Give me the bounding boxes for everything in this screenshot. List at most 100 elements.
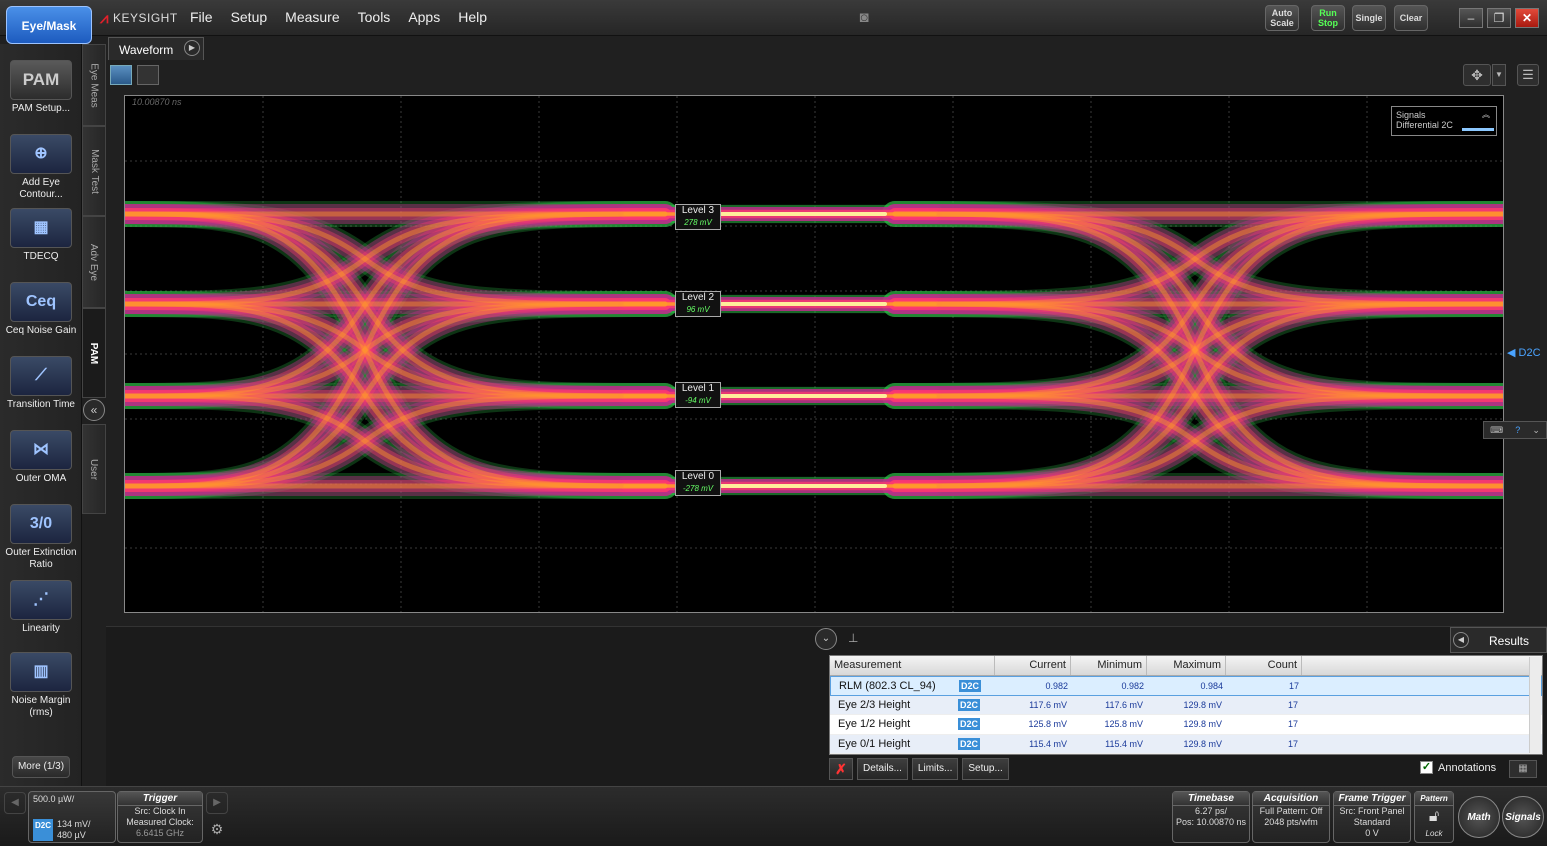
timebase-box[interactable]: Timebase 6.27 ps/ Pos: 10.00870 ns [1172,791,1250,843]
chevron-down-icon[interactable]: ⌄ [1532,425,1540,436]
row-minimum: 0.982 [1121,680,1144,691]
source-badge: D2C [958,718,981,731]
multi-grid-view-icon[interactable] [137,65,159,85]
timebase-title: Timebase [1173,792,1249,806]
noise-margin-icon: ▥ [10,652,72,692]
channel-scale-box[interactable]: 500.0 µW/ D2C 134 mV/480 µV [28,791,116,843]
vertical-tab-strip: Eye Meas Mask Test Adv Eye PAM « User [82,44,106,514]
level-label: Level 3 [681,205,715,216]
channel-marker[interactable]: ◀ D2C [1507,346,1541,359]
table-row[interactable]: Eye 0/1 Height D2C 115.4 mV 115.4 mV 129… [830,734,1542,754]
table-row[interactable]: RLM (802.3 CL_94) D2C 0.982 0.982 0.984 … [830,676,1542,696]
signals-button[interactable]: Signals [1502,796,1544,838]
trigger-box[interactable]: Trigger Src: Clock In Measured Clock: 6.… [117,791,203,843]
pattern-lock-box[interactable]: Pattern 🔓︎ Lock [1414,791,1454,843]
frame-trigger-box[interactable]: Frame Trigger Src: Front Panel Standard … [1333,791,1411,843]
col-measurement[interactable]: Measurement [830,656,995,675]
menu-bar: File Setup Measure Tools Apps Help [190,9,487,25]
menu-file[interactable]: File [190,9,213,25]
camera-icon[interactable]: ◙ [852,9,876,27]
scroll-right-icon[interactable]: ▶ [206,792,228,814]
collapse-down-icon[interactable]: ⌄ [815,628,837,650]
row-count: 17 [1287,719,1298,730]
collapse-panel-icon[interactable]: « [83,399,105,421]
limits-button[interactable]: Limits... [911,758,959,780]
chevron-up-icon[interactable]: ︽ [1482,109,1490,120]
math-button[interactable]: Math [1458,796,1500,838]
table-row[interactable]: Eye 2/3 Height D2C 117.6 mV 117.6 mV 129… [830,695,1542,715]
help-icon[interactable]: ? [1515,425,1520,435]
tab-label: Adv Eye [88,243,100,281]
play-icon[interactable]: ▶ [184,40,200,56]
menu-help[interactable]: Help [458,9,487,25]
col-minimum[interactable]: Minimum [1071,656,1147,675]
menu-setup[interactable]: Setup [231,9,268,25]
clear-button[interactable]: Clear [1394,5,1428,31]
transition-time-tool[interactable]: ⟋ Transition Time [0,356,82,411]
annotations-toggle[interactable]: ✓ Annotations [1420,761,1496,774]
hamburger-menu-icon[interactable]: ☰ [1517,64,1539,86]
menu-tools[interactable]: Tools [358,9,391,25]
col-maximum[interactable]: Maximum [1147,656,1226,675]
tab-adv-eye[interactable]: Adv Eye [82,216,106,308]
pan-zoom-icon[interactable]: ✥ [1463,64,1491,86]
restore-icon[interactable]: ❐ [1487,8,1511,28]
pattern-title: Pattern [1415,792,1453,806]
scroll-left-icon[interactable]: ◀ [4,792,26,814]
col-count[interactable]: Count [1226,656,1302,675]
close-icon[interactable]: ✕ [1515,8,1539,28]
row-measurement: RLM (802.3 CL_94) [839,679,936,692]
tool-label: Transition Time [7,399,75,410]
table-layout-icon[interactable]: ▦ [1509,760,1537,778]
pin-icon[interactable]: ⊥ [848,631,858,645]
tab-pam[interactable]: PAM [82,308,106,398]
acquisition-box[interactable]: Acquisition Full Pattern: Off 2048 pts/w… [1252,791,1330,843]
menu-measure[interactable]: Measure [285,9,339,25]
add-eye-contour-tool[interactable]: ⊕ Add Eye Contour... [0,134,82,201]
linearity-tool[interactable]: ⋰ Linearity [0,580,82,635]
chevron-down-icon[interactable]: ▼ [1492,64,1506,86]
trigger-source: Src: Clock In [134,806,186,816]
pam-setup-tool[interactable]: PAM PAM Setup... [0,60,82,115]
outer-oma-tool[interactable]: ⋈ Outer OMA [0,430,82,485]
single-button[interactable]: Single [1352,5,1386,31]
tab-eye-meas[interactable]: Eye Meas [82,44,106,126]
level-value: -94 mV [685,396,711,405]
eye-mask-mode-button[interactable]: Eye/Mask [6,6,92,44]
menu-apps[interactable]: Apps [408,9,440,25]
eye-diagram-display[interactable] [112,95,1516,613]
time-readout: 10.00870 ns [132,97,182,107]
noise-margin-tool[interactable]: ▥ Noise Margin (rms) [0,652,82,719]
single-grid-view-icon[interactable] [110,65,132,85]
settings-gear-icon[interactable]: ⚙ [206,818,228,840]
tdecq-icon: ▦ [10,208,72,248]
annotations-label: Annotations [1438,761,1497,774]
run-stop-button[interactable]: Run Stop [1311,5,1345,31]
keysight-logo: ⩘ KEYSIGHT [100,8,178,28]
autoscale-button[interactable]: Auto Scale [1265,5,1299,31]
row-count: 17 [1287,738,1298,749]
col-current[interactable]: Current [995,656,1071,675]
table-row[interactable]: Eye 1/2 Height D2C 125.8 mV 125.8 mV 129… [830,715,1542,735]
setup-button[interactable]: Setup... [962,758,1009,780]
more-tools-button[interactable]: More (1/3) [12,756,70,778]
tab-user[interactable]: User [82,424,106,514]
tdecq-tool[interactable]: ▦ TDECQ [0,208,82,263]
delete-measurement-icon[interactable]: ✗ [829,758,853,780]
row-current: 125.8 mV [1028,719,1067,730]
signals-legend[interactable]: Signals Differential 2C ︽ [1391,106,1497,136]
tab-mask-test[interactable]: Mask Test [82,126,106,216]
details-button[interactable]: Details... [857,758,908,780]
pam-icon: PAM [10,60,72,100]
results-scrollbar[interactable] [1529,657,1541,753]
checkbox-icon[interactable]: ✓ [1420,761,1433,774]
minimize-icon[interactable]: – [1459,8,1483,28]
level-3-annotation: Level 3 278 mV [675,204,721,230]
results-back-icon[interactable]: ◀ [1453,632,1469,648]
waveform-toolbar [106,60,1547,92]
keyboard-icon[interactable]: ⌨ [1490,425,1503,436]
ceq-noise-gain-tool[interactable]: Ceq Ceq Noise Gain [0,282,82,337]
outer-extinction-ratio-tool[interactable]: 3/0 Outer Extinction Ratio [0,504,82,571]
outer-extinction-ratio-icon: 3/0 [10,504,72,544]
tool-label: PAM Setup... [11,103,71,114]
